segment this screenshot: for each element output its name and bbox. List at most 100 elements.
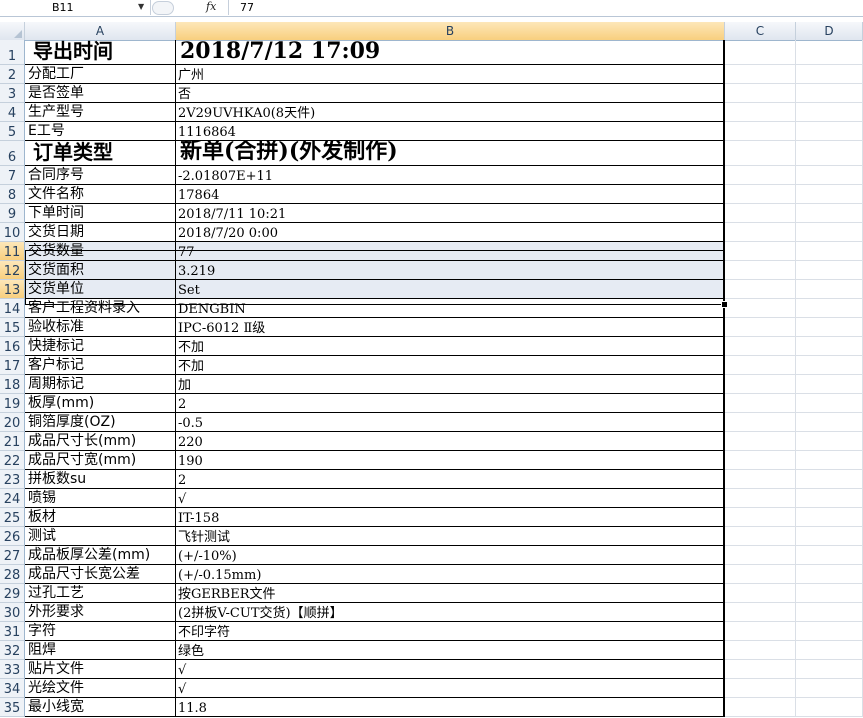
cell-b[interactable]: 2018/7/20 0:00 (176, 223, 725, 242)
cell-c[interactable] (725, 432, 796, 451)
cell-a[interactable]: E工号 (25, 122, 176, 141)
cell-c[interactable] (725, 299, 796, 318)
cell-c[interactable] (725, 185, 796, 204)
cell-c[interactable] (725, 141, 796, 166)
row-header[interactable]: 19 (0, 394, 25, 413)
cell-b[interactable]: 11.8 (176, 698, 725, 717)
row-header[interactable]: 26 (0, 527, 25, 546)
row-header[interactable]: 24 (0, 489, 25, 508)
cell-c[interactable] (725, 470, 796, 489)
cell-a[interactable]: 客户工程资料录入 (25, 299, 176, 318)
cell-d[interactable] (796, 432, 863, 451)
cell-a[interactable]: 光绘文件 (25, 679, 176, 698)
cell-a[interactable]: 拼板数su (25, 470, 176, 489)
cell-c[interactable] (725, 698, 796, 717)
cell-d[interactable] (796, 299, 863, 318)
cell-c[interactable] (725, 337, 796, 356)
cell-b[interactable]: 不加 (176, 356, 725, 375)
cell-c[interactable] (725, 318, 796, 337)
cell-d[interactable] (796, 65, 863, 84)
cell-b[interactable]: 不加 (176, 337, 725, 356)
cell-b[interactable]: 2 (176, 394, 725, 413)
cell-a[interactable]: 铜箔厚度(OZ) (25, 413, 176, 432)
cell-b[interactable]: √ (176, 660, 725, 679)
cell-d[interactable] (796, 451, 863, 470)
cell-d[interactable] (796, 584, 863, 603)
cell-d[interactable] (796, 394, 863, 413)
row-header[interactable]: 28 (0, 565, 25, 584)
cell-d[interactable] (796, 698, 863, 717)
cell-d[interactable] (796, 40, 863, 65)
cell-a[interactable]: 验收标准 (25, 318, 176, 337)
cell-d[interactable] (796, 280, 863, 299)
chevron-down-icon[interactable]: ▼ (138, 2, 144, 11)
row-header[interactable]: 34 (0, 679, 25, 698)
cell-a[interactable]: 成品板厚公差(mm) (25, 546, 176, 565)
cell-a[interactable]: 分配工厂 (25, 65, 176, 84)
cell-b[interactable]: √ (176, 679, 725, 698)
cell-d[interactable] (796, 641, 863, 660)
cell-b[interactable]: 2V29UVHKA0(8天件) (176, 103, 725, 122)
cell-b[interactable]: 2 (176, 470, 725, 489)
cell-c[interactable] (725, 65, 796, 84)
cell-a[interactable]: 最小线宽 (25, 698, 176, 717)
cell-b[interactable]: 加 (176, 375, 725, 394)
cell-a[interactable]: 成品尺寸长(mm) (25, 432, 176, 451)
row-header[interactable]: 2 (0, 65, 25, 84)
column-header-b[interactable]: B (176, 22, 725, 40)
cell-b[interactable]: IPC-6012 Ⅱ级 (176, 318, 725, 337)
name-box[interactable]: B11 ▼ (0, 0, 151, 15)
cell-d[interactable] (796, 185, 863, 204)
cell-c[interactable] (725, 622, 796, 641)
cell-d[interactable] (796, 223, 863, 242)
cell-c[interactable] (725, 451, 796, 470)
row-header[interactable]: 5 (0, 122, 25, 141)
cell-a[interactable]: 是否签单 (25, 84, 176, 103)
row-header[interactable]: 22 (0, 451, 25, 470)
cell-d[interactable] (796, 565, 863, 584)
cell-b[interactable]: 2018/7/11 10:21 (176, 204, 725, 223)
row-header[interactable]: 13 (0, 280, 25, 299)
cell-b[interactable]: 3.219 (176, 261, 725, 280)
cell-b[interactable]: 飞针测试 (176, 527, 725, 546)
cell-d[interactable] (796, 141, 863, 166)
cell-c[interactable] (725, 584, 796, 603)
cell-a[interactable]: 下单时间 (25, 204, 176, 223)
row-header[interactable]: 11 (0, 242, 25, 261)
row-header[interactable]: 6 (0, 141, 25, 166)
cell-b[interactable]: 广州 (176, 65, 725, 84)
cell-d[interactable] (796, 413, 863, 432)
cell-c[interactable] (725, 166, 796, 185)
row-header[interactable]: 10 (0, 223, 25, 242)
cell-c[interactable] (725, 356, 796, 375)
row-header[interactable]: 35 (0, 698, 25, 717)
formula-input[interactable]: 77 (240, 1, 254, 14)
cell-b[interactable]: 不印字符 (176, 622, 725, 641)
cell-c[interactable] (725, 527, 796, 546)
cell-b[interactable]: √ (176, 489, 725, 508)
cell-a[interactable]: 交货日期 (25, 223, 176, 242)
cell-b[interactable]: 77 (176, 242, 725, 261)
row-header[interactable]: 9 (0, 204, 25, 223)
cell-d[interactable] (796, 527, 863, 546)
row-header[interactable]: 20 (0, 413, 25, 432)
cell-a[interactable]: 合同序号 (25, 166, 176, 185)
cell-c[interactable] (725, 489, 796, 508)
cell-a[interactable]: 周期标记 (25, 375, 176, 394)
row-header[interactable]: 27 (0, 546, 25, 565)
cell-c[interactable] (725, 122, 796, 141)
cell-a[interactable]: 过孔工艺 (25, 584, 176, 603)
cell-a[interactable]: 交货数量 (25, 242, 176, 261)
row-header[interactable]: 14 (0, 299, 25, 318)
cell-a[interactable]: 订单类型 (25, 141, 176, 166)
cell-c[interactable] (725, 103, 796, 122)
cell-b[interactable]: 1116864 (176, 122, 725, 141)
cell-a[interactable]: 测试 (25, 527, 176, 546)
row-header[interactable]: 25 (0, 508, 25, 527)
cell-a[interactable]: 成品尺寸宽(mm) (25, 451, 176, 470)
cell-a[interactable]: 阻焊 (25, 641, 176, 660)
cell-a[interactable]: 文件名称 (25, 185, 176, 204)
cell-d[interactable] (796, 356, 863, 375)
cell-d[interactable] (796, 242, 863, 261)
cell-a[interactable]: 贴片文件 (25, 660, 176, 679)
